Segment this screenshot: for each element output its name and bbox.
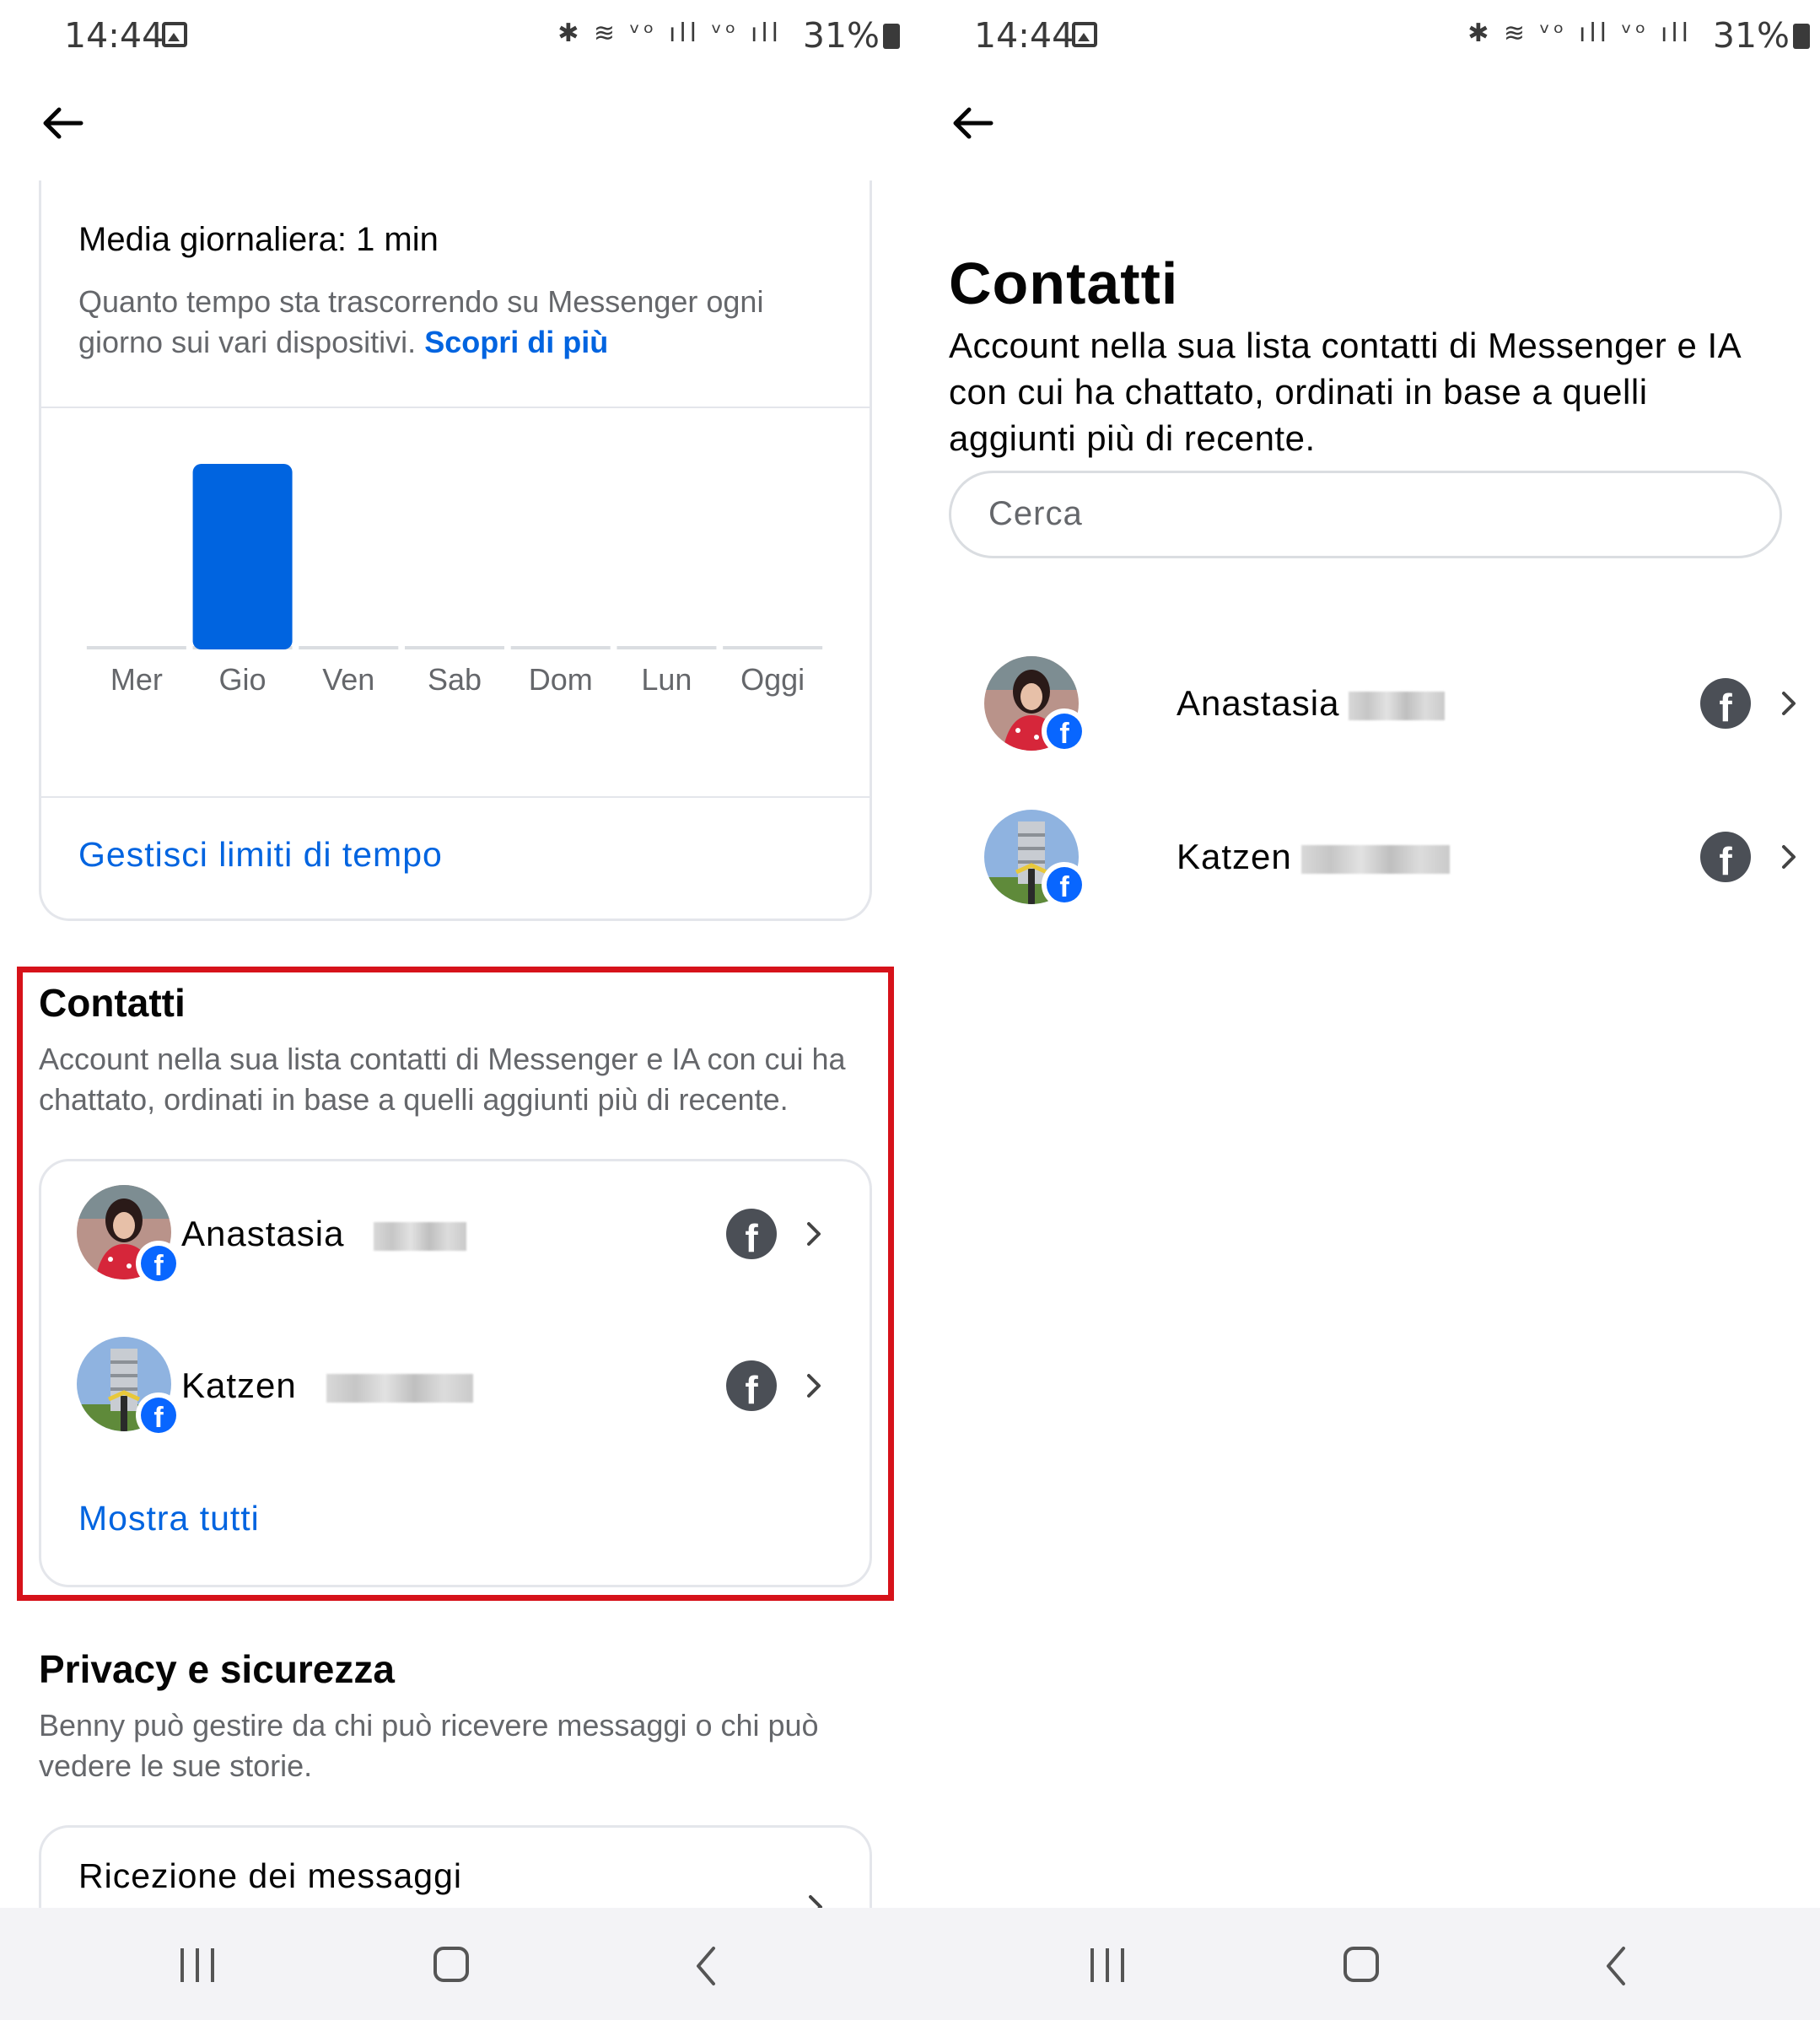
show-all-link[interactable]: Mostra tutti [78, 1499, 260, 1538]
chart-baseline-sab [405, 646, 504, 649]
chart-baseline-oggi [723, 646, 823, 649]
home-button[interactable] [1343, 1947, 1379, 1982]
facebook-icon: f [1700, 832, 1751, 882]
message-delivery-label: Ricezione dei messaggi [78, 1856, 463, 1895]
chart-baseline-ven [299, 646, 399, 649]
contact-name: Anastasia [1177, 683, 1340, 723]
contact-name: Anastasia [181, 1214, 345, 1253]
facebook-badge-icon: f [1042, 708, 1087, 754]
chart-baseline-lun [617, 646, 717, 649]
blurred-surname [1349, 692, 1445, 720]
battery-percentage: 31% [802, 15, 880, 56]
chart-tick-label: Gio [219, 662, 267, 697]
usage-chart-svg: Mer Gio Ven Sab Dom Lun Oggi [86, 464, 823, 697]
recents-button[interactable] [179, 1948, 216, 1982]
daily-average-description: Quanto tempo sta trascorrendo su Messeng… [78, 282, 837, 363]
facebook-icon: f [1700, 678, 1751, 729]
contact-row[interactable]: f Katzen f [984, 808, 1796, 909]
recents-button[interactable] [1089, 1948, 1126, 1982]
search-input[interactable]: Cerca [949, 471, 1782, 558]
learn-more-link[interactable]: Scopri di più [424, 325, 608, 359]
facebook-icon: f [726, 1360, 777, 1411]
status-time: 14:44 [974, 15, 1074, 56]
battery-percentage: 31% [1712, 15, 1790, 56]
chart-tick-label: Lun [641, 662, 692, 697]
daily-average-card: Media giornaliera: 1 min Quanto tempo st… [39, 180, 872, 921]
status-time: 14:44 [64, 15, 164, 56]
battery-icon [883, 24, 900, 49]
chart-tick-label: Oggi [740, 662, 805, 697]
chevron-right-icon [1782, 692, 1796, 715]
battery-icon [1793, 24, 1810, 49]
privacy-section-description: Benny può gestire da chi può ricevere me… [39, 1708, 819, 1783]
contact-row[interactable]: f Anastasia f [41, 1185, 870, 1286]
home-button[interactable] [433, 1947, 469, 1982]
daily-average-text: Quanto tempo sta trascorrendo su Messeng… [78, 284, 764, 359]
right-screen: 14:44 ✱ ≋ ᵛᵒ ıll ᵛᵒ ıll 31% Contatti Acc… [910, 0, 1820, 2020]
chevron-right-icon [807, 1374, 821, 1398]
chart-tick-label: Dom [529, 662, 593, 697]
chart-tick-label: Ven [322, 662, 374, 697]
contacts-section-title: Contatti [39, 981, 186, 1025]
contacts-section-description: Account nella sua lista contatti di Mess… [39, 1042, 846, 1117]
left-screen: 14:44 ✱ ≋ ᵛᵒ ıll ᵛᵒ ıll 31% Media giorna… [0, 0, 910, 2020]
contact-name: Katzen [181, 1366, 297, 1405]
facebook-icon: f [726, 1209, 777, 1259]
chart-bar-gio [192, 464, 293, 649]
status-bar: 14:44 ✱ ≋ ᵛᵒ ıll ᵛᵒ ıll 31% [0, 0, 910, 71]
network-status-icons: ✱ ≋ ᵛᵒ ıll ᵛᵒ ıll [1467, 19, 1692, 48]
privacy-section-title: Privacy e sicurezza [39, 1647, 395, 1691]
facebook-badge-icon: f [1042, 862, 1087, 908]
chart-tick-label: Mer [110, 662, 163, 697]
chevron-right-icon [1782, 845, 1796, 869]
contact-row[interactable]: f Anastasia f [984, 653, 1796, 754]
blurred-surname [374, 1222, 466, 1251]
blurred-surname [1301, 845, 1450, 874]
page-description: Account nella sua lista contatti di Mess… [949, 326, 1740, 458]
contacts-card: f Anastasia f f Katzen f Mostra tutti [39, 1159, 872, 1587]
chart-baseline-dom [510, 646, 611, 649]
back-arrow-icon[interactable] [949, 100, 996, 147]
back-arrow-icon[interactable] [39, 100, 86, 147]
contact-name: Katzen [1177, 837, 1292, 876]
chart-baseline-mer [86, 646, 186, 649]
android-nav-bar [910, 1908, 1820, 2020]
blurred-surname [326, 1374, 473, 1403]
card-divider [41, 796, 870, 798]
contact-row[interactable]: f Katzen f [41, 1337, 870, 1438]
network-status-icons: ✱ ≋ ᵛᵒ ıll ᵛᵒ ıll [557, 19, 782, 48]
chart-tick-label: Sab [428, 662, 482, 697]
gallery-notification-icon [162, 22, 187, 47]
android-nav-bar [0, 1908, 910, 2020]
nav-back-button[interactable] [693, 1945, 719, 1987]
page-title: Contatti [949, 250, 1179, 316]
facebook-badge-icon: f [136, 1241, 181, 1286]
gallery-notification-icon [1072, 22, 1097, 47]
daily-average-title: Media giornaliera: 1 min [78, 221, 439, 258]
manage-time-limits-link[interactable]: Gestisci limiti di tempo [78, 835, 443, 875]
usage-bar-chart: Mer Gio Ven Sab Dom Lun Oggi [83, 434, 826, 700]
search-placeholder: Cerca [988, 495, 1083, 532]
nav-back-button[interactable] [1603, 1945, 1629, 1987]
card-divider [41, 407, 870, 408]
facebook-badge-icon: f [136, 1392, 181, 1438]
status-bar: 14:44 ✱ ≋ ᵛᵒ ıll ᵛᵒ ıll 31% [910, 0, 1820, 71]
chevron-right-icon [807, 1222, 821, 1246]
